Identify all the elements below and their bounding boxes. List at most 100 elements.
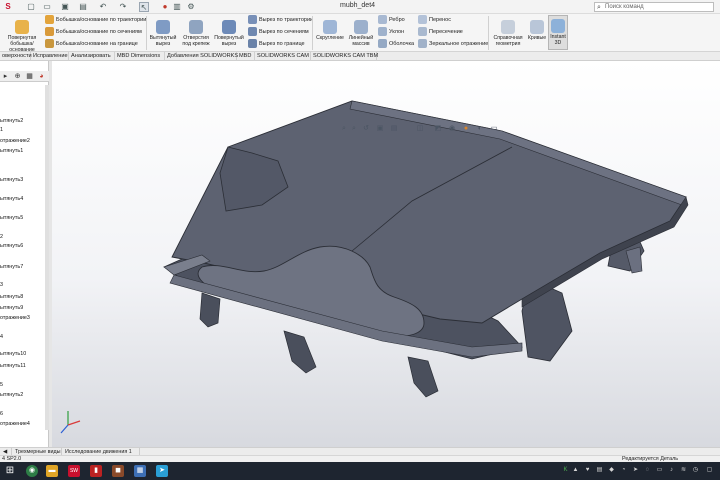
tab-repair[interactable]: Исправление (31, 52, 69, 61)
windows-start-icon[interactable]: ⊞ (4, 465, 16, 477)
app-brown-icon[interactable]: ◼ (112, 465, 124, 477)
panel-splitter[interactable] (49, 61, 52, 455)
feature-tree-item[interactable]: 5 (0, 382, 3, 388)
tray-shield-icon[interactable]: ◆ (608, 466, 615, 475)
feature-tree-item[interactable]: ытянуть8 (0, 294, 23, 300)
rebuild-icon[interactable]: ● (160, 2, 170, 12)
previous-view-icon[interactable]: ↺ (362, 125, 370, 133)
tray-volume-icon[interactable]: ♪ (668, 466, 675, 475)
tab-mbd-dimensions[interactable]: MBD Dimensions (115, 52, 165, 61)
tray-heart-icon[interactable]: ♥ (584, 466, 591, 475)
linear-pattern-button[interactable]: Линейный массив (346, 20, 376, 47)
edit-appearance-icon[interactable]: ● (462, 125, 470, 133)
solidworks-logo-icon[interactable]: S (3, 2, 13, 12)
curves-button[interactable]: Кривые (526, 20, 548, 41)
zoom-area-icon[interactable]: ⌕ (350, 125, 358, 133)
revolved-cut-button[interactable]: Повернутый вырез (213, 20, 245, 47)
tab-mbd[interactable]: MBD (237, 52, 255, 61)
feature-tree-item[interactable]: ытянуть6 (0, 243, 23, 249)
feature-tree-item[interactable]: 3 (0, 282, 3, 288)
wrap-button[interactable]: Перенос (418, 15, 451, 25)
tray-wifi-icon[interactable]: ≋ (680, 466, 687, 475)
tray-monitor-icon[interactable]: ▭ (656, 466, 663, 475)
tab-analyze[interactable]: Анализировать (69, 52, 115, 61)
boundary-cut-button[interactable]: Вырез по границе (248, 39, 305, 49)
file-explorer-icon[interactable]: ▬ (46, 465, 58, 477)
telegram-icon[interactable]: ➤ (156, 465, 168, 477)
tab-solidworks-cam[interactable]: SOLIDWORKS CAM (255, 52, 311, 61)
tab-solidworks-addins[interactable]: Добавления SOLIDWORKS (165, 52, 238, 61)
lofted-cut-button[interactable]: Вырез по сечениям (248, 27, 309, 37)
feature-tree-item[interactable]: 2 (0, 234, 3, 240)
draft-button[interactable]: Уклон (378, 27, 404, 37)
sweep-boss-button[interactable]: Бобышка/основание по траектории (45, 15, 146, 25)
hide-show-items-icon[interactable]: ◉ (448, 125, 456, 133)
app-red-icon[interactable]: ▮ (90, 465, 102, 477)
feature-tree-item[interactable]: отражение2 (0, 138, 30, 144)
redo-icon[interactable]: ↷ (118, 2, 128, 12)
view-settings-icon[interactable]: ▭ (490, 125, 498, 133)
feature-tree-item[interactable]: ытянуть1 (0, 148, 23, 154)
tray-arrow-icon[interactable]: ➤ (632, 466, 639, 475)
new-document-icon[interactable]: ▢ (26, 2, 36, 12)
tray-network-icon[interactable]: ◔ (620, 466, 627, 475)
display-manager-tab-icon[interactable]: ◕ (36, 72, 47, 81)
feature-tree-item[interactable]: отражение3 (0, 315, 30, 321)
feature-tree-item[interactable]: ытянуть5 (0, 215, 23, 221)
chrome-icon[interactable]: ◉ (26, 465, 38, 477)
feature-tree-item[interactable]: ытянуть4 (0, 196, 23, 202)
feature-tree-item[interactable]: ытянуть3 (0, 177, 23, 183)
select-pointer-icon[interactable]: ↖ (139, 2, 149, 12)
options-gear-icon[interactable]: ⚙ (186, 2, 196, 12)
section-view-icon[interactable]: ▣ (376, 125, 384, 133)
open-folder-icon[interactable]: ▭ (42, 2, 52, 12)
app-blue-icon[interactable]: ▦ (134, 465, 146, 477)
reference-geometry-button[interactable]: Справочная геометрия (490, 20, 526, 47)
tray-clipboard-icon[interactable]: ▤ (596, 466, 603, 475)
save-icon[interactable]: ▣ (60, 2, 70, 12)
feature-tree-item[interactable]: ытянуть2 (0, 392, 23, 398)
file-properties-icon[interactable]: ▥ (172, 2, 182, 12)
mirror-button[interactable]: Зеркальное отражение (418, 39, 488, 49)
view-orientation-icon[interactable]: ◫ (416, 125, 424, 133)
tray-sync-icon[interactable]: ◌ (644, 466, 651, 475)
extruded-cut-button[interactable]: Вытянутый вырез (148, 20, 178, 47)
feature-tree-item[interactable]: ытянуть10 (0, 351, 26, 357)
dynamic-annotation-icon[interactable]: ▤ (390, 125, 398, 133)
feature-tree-item[interactable]: ытянуть7 (0, 264, 23, 270)
hole-wizard-button[interactable]: Отверстия под крепеж (180, 20, 212, 47)
print-icon[interactable]: ▤ (78, 2, 88, 12)
apply-scene-icon[interactable]: ◐ (476, 125, 484, 133)
property-manager-tab-icon[interactable]: ⊕ (12, 72, 23, 81)
command-search-input[interactable]: ⌕ Поиск команд (594, 2, 714, 12)
feature-tree-item[interactable]: 6 (0, 411, 3, 417)
feature-tree-item[interactable]: ытянуть2 (0, 118, 23, 124)
swept-cut-button[interactable]: Вырез по траектории (248, 15, 313, 25)
tab-solidworks-cam-tbm[interactable]: SOLIDWORKS CAM TBM (311, 52, 378, 61)
feature-tree-item[interactable]: 4 (0, 334, 3, 340)
boundary-boss-button[interactable]: Бобышка/основание на границе (45, 39, 138, 49)
tray-triangle-icon[interactable]: ▲ (572, 466, 579, 475)
feature-tree-item[interactable]: ытянуть11 (0, 363, 26, 369)
tray-k-icon[interactable]: K (562, 466, 569, 475)
feature-tree-item[interactable]: 1 (0, 127, 3, 133)
zoom-to-fit-icon[interactable]: ⌕ (340, 125, 348, 133)
feature-tree-item[interactable]: отражение4 (0, 421, 30, 427)
tray-notifications-icon[interactable]: ▢ (706, 466, 713, 475)
graphics-area[interactable]: ⌕ ⌕ ↺ ▣ ▤ ◫ ◩ ◉ ● ◐ ▭ (52, 61, 720, 455)
instant3d-button[interactable]: Instant 3D (548, 15, 568, 50)
intersect-button[interactable]: Пересечение (418, 27, 463, 37)
loft-boss-button[interactable]: Бобышка/основание по сечениям (45, 27, 142, 37)
undo-icon[interactable]: ↶ (98, 2, 108, 12)
feature-tree-item[interactable]: ытянуть9 (0, 305, 23, 311)
display-style-icon[interactable]: ◩ (434, 125, 442, 133)
configuration-tab-icon[interactable]: ▦ (24, 72, 35, 81)
feature-tree-tab-icon[interactable]: ▸ (0, 72, 11, 81)
tray-clock-icon[interactable]: ◷ (692, 466, 699, 475)
revolve-boss-button[interactable]: Повернутая бобышка/основание (2, 20, 42, 53)
solidworks-taskbar-icon[interactable]: SW (68, 465, 80, 477)
rib-button[interactable]: Ребро (378, 15, 405, 25)
tab-surfaces[interactable]: оверхности (0, 52, 32, 61)
shell-button[interactable]: Оболочка (378, 39, 414, 49)
fillet-button[interactable]: Скругление (314, 20, 346, 41)
